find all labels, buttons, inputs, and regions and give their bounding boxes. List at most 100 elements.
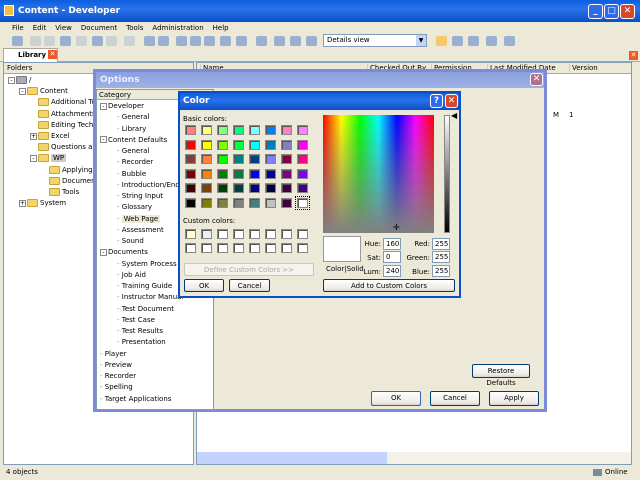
menu-help[interactable]: Help [213,22,229,34]
category-item[interactable]: - Job Aid [117,271,146,279]
basic-color-swatch[interactable] [233,197,244,208]
folder-item[interactable]: + System [19,199,66,208]
category-item[interactable]: - Recorder [117,158,153,166]
basic-color-swatch[interactable] [233,183,244,193]
category-item[interactable]: - Documents [100,248,148,256]
view-select[interactable]: Details view ▼ [323,34,427,47]
custom-color-swatch[interactable] [217,243,228,253]
toolbar-button-icon[interactable] [124,36,135,46]
custom-color-swatch[interactable] [185,229,196,239]
basic-color-swatch[interactable] [201,183,212,193]
restore-defaults-button[interactable]: Restore Defaults [472,364,530,387]
collapse-icon[interactable]: - [30,154,37,162]
collapse-icon[interactable]: - [100,102,107,110]
folder-item[interactable]: - / [8,76,31,84]
basic-color-swatch[interactable] [201,125,212,135]
basic-color-swatch[interactable] [281,154,292,164]
basic-color-swatch[interactable] [217,125,228,135]
basic-color-swatch[interactable] [297,168,308,179]
toolbar-button-icon[interactable] [452,36,463,46]
category-item[interactable]: - Spelling [100,383,133,391]
custom-color-swatch[interactable] [297,243,308,253]
category-item[interactable]: - Developer [100,102,144,110]
close-tab-icon[interactable]: ✕ [48,50,57,59]
toolbar-button-icon[interactable] [220,36,231,46]
custom-color-swatch[interactable] [233,243,244,253]
custom-color-swatch[interactable] [217,229,228,239]
basic-color-swatch[interactable] [297,139,308,150]
category-item[interactable]: - General [117,113,149,121]
category-item[interactable]: - Sound [117,237,144,245]
options-apply-button[interactable]: Apply [489,391,539,406]
basic-color-swatch[interactable] [297,183,308,193]
category-item[interactable]: - Presentation [117,338,166,346]
folder-item[interactable]: Attachments [30,109,96,118]
toolbar-button-icon[interactable] [204,36,215,46]
add-to-custom-colors-button[interactable]: Add to Custom Colors [323,279,455,292]
basic-color-swatch[interactable] [265,125,276,135]
basic-color-swatch[interactable] [265,154,276,164]
maximize-button[interactable]: □ [604,4,619,19]
folder-item[interactable]: Applying F [41,165,99,174]
collapse-icon[interactable]: - [100,248,107,256]
basic-color-swatch[interactable] [217,154,228,164]
options-ok-button[interactable]: OK [371,391,421,406]
basic-color-swatch[interactable] [217,197,228,208]
basic-color-swatch[interactable] [249,183,260,193]
color-ok-button[interactable]: OK [184,279,224,292]
color-close-button[interactable]: ✕ [445,94,458,108]
basic-color-swatch[interactable] [201,139,212,150]
toolbar-button-icon[interactable] [190,36,201,46]
toolbar-button-icon[interactable] [30,36,41,46]
menu-view[interactable]: View [55,22,72,34]
basic-color-swatch[interactable] [265,183,276,193]
basic-color-swatch[interactable] [281,168,292,179]
expand-icon[interactable]: + [19,199,26,207]
category-item[interactable]: - Recorder [100,372,136,380]
folder-item[interactable]: Document [41,176,98,185]
category-item[interactable]: - String Input [117,192,163,200]
horizontal-scrollbar[interactable] [197,452,631,464]
category-item[interactable]: - System Process [117,260,177,268]
category-item[interactable]: - Test Document [117,305,174,313]
category-item[interactable]: - Bubble [117,170,146,178]
custom-color-swatch[interactable] [281,229,292,239]
toolbar-button-icon[interactable] [158,36,169,46]
category-item[interactable]: - Library [117,125,146,133]
custom-color-swatch[interactable] [233,229,244,239]
basic-color-swatch[interactable] [249,197,260,208]
luminosity-slider[interactable] [444,115,450,233]
menu-file[interactable]: File [12,22,24,34]
custom-color-swatch[interactable] [185,243,196,253]
slider-arrow-icon[interactable]: ◀ [451,111,457,120]
column-header[interactable]: Version [569,64,598,72]
red-input[interactable]: 255 [432,238,450,250]
options-cancel-button[interactable]: Cancel [430,391,480,406]
basic-color-swatch[interactable] [249,154,260,164]
basic-color-swatch[interactable] [185,197,196,208]
category-item[interactable]: - Test Case [117,316,155,324]
category-item[interactable]: - Glossary [117,203,152,211]
toolbar-button-icon[interactable] [504,36,515,46]
basic-color-swatch[interactable] [233,125,244,135]
toolbar-button-icon[interactable] [76,36,87,46]
toolbar-button-icon[interactable] [486,36,497,46]
toolbar-button-icon[interactable] [12,36,23,46]
basic-color-swatch[interactable] [297,125,308,135]
category-item[interactable]: - Web Page [117,214,161,223]
menu-document[interactable]: Document [81,22,117,34]
basic-color-swatch[interactable] [185,168,196,179]
toolbar-button-icon[interactable] [274,36,285,46]
category-item[interactable]: - Assessment [117,226,164,234]
basic-color-swatch[interactable] [249,125,260,135]
folder-item[interactable]: Additional Top [30,98,100,107]
toolbar-button-icon[interactable] [436,36,447,46]
menu-tools[interactable]: Tools [126,22,143,34]
collapse-icon[interactable]: - [100,136,107,144]
folder-item[interactable]: + Excel [30,132,70,140]
basic-color-swatch[interactable] [185,125,196,135]
hue-input[interactable]: 160 [383,238,401,250]
close-button[interactable]: ✕ [620,4,635,19]
folder-item[interactable]: Questions and [30,143,101,152]
green-input[interactable]: 255 [432,251,450,263]
